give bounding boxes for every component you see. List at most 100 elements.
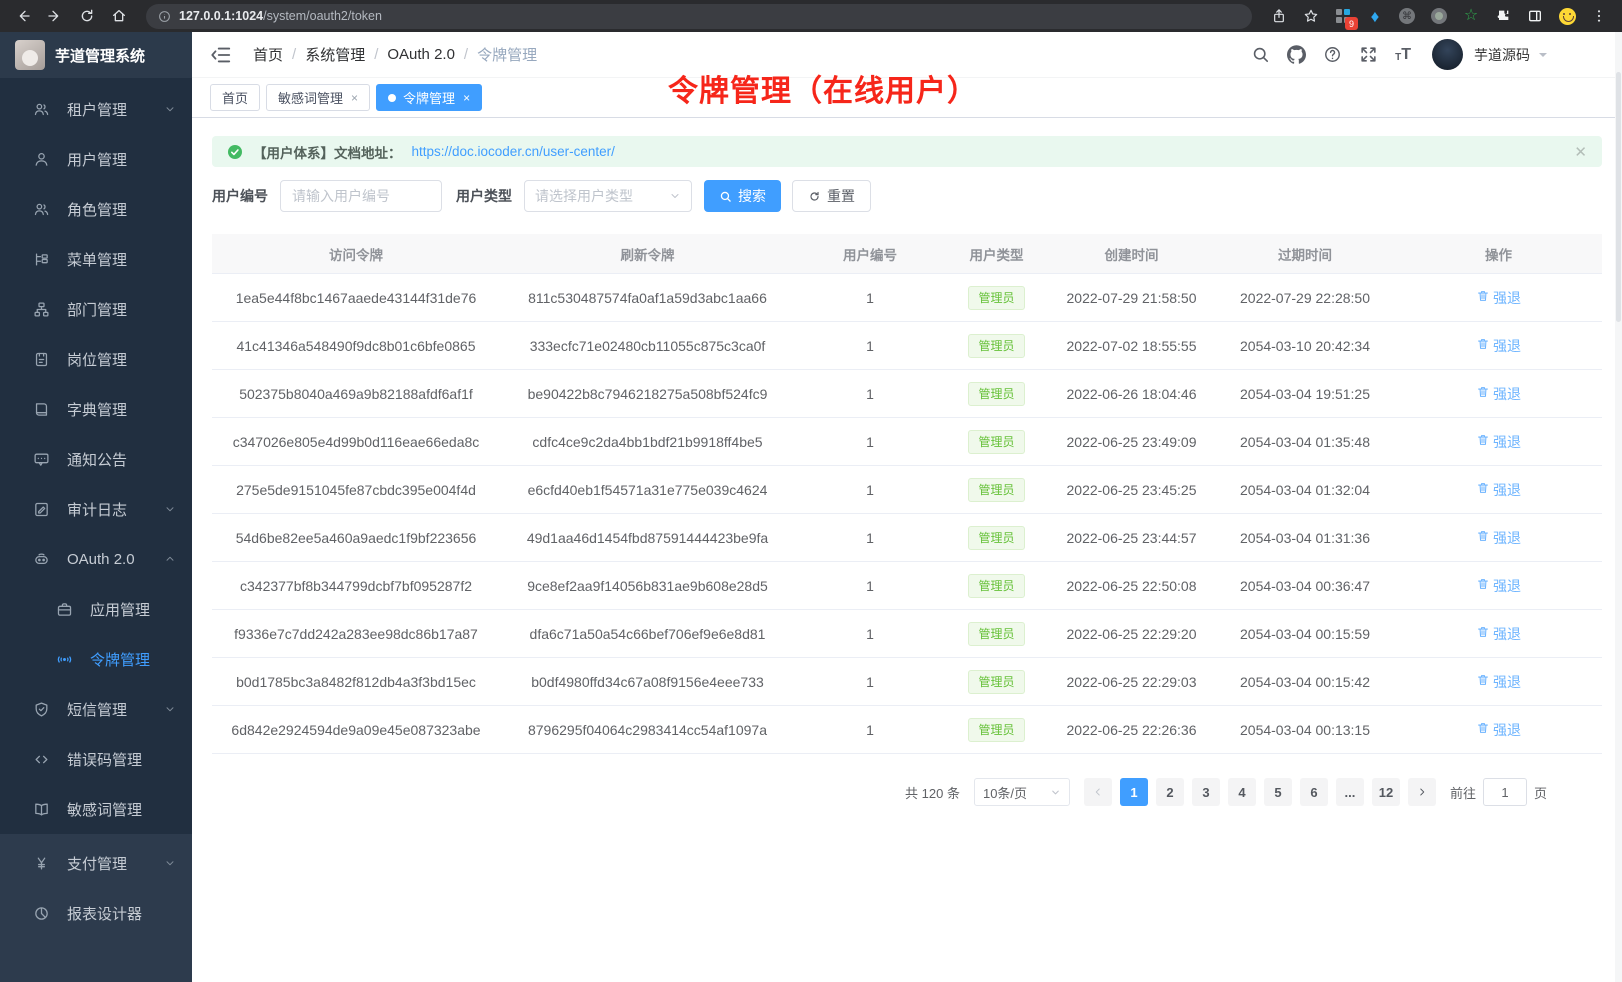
sidebar-item-dept[interactable]: 部门管理	[0, 284, 192, 334]
cell-value: 333ecfc71e02480cb11055c875c3ca0f	[530, 338, 766, 354]
close-icon[interactable]: ✕	[1574, 143, 1587, 161]
user-avatar[interactable]	[1432, 39, 1463, 70]
breadcrumb-item[interactable]: 系统管理	[305, 44, 365, 65]
chevron-down-icon[interactable]	[1539, 53, 1547, 61]
action-cell: 强退	[1395, 672, 1602, 692]
sidebar-item-post[interactable]: 岗位管理	[0, 334, 192, 384]
sidebar-item-sms[interactable]: 短信管理	[0, 684, 192, 734]
extension-command-icon[interactable]: ⌘	[1394, 3, 1420, 29]
search-icon[interactable]	[1251, 45, 1270, 64]
tab-令牌管理[interactable]: 令牌管理×	[376, 84, 482, 111]
sidebar-item-report-designer[interactable]: 报表设计器	[0, 888, 192, 938]
help-icon[interactable]	[1323, 45, 1342, 64]
cell-value: c342377bf8b344799dcbf7bf095287f2	[240, 578, 472, 594]
user-id-cell: 1	[795, 434, 945, 450]
access-token-cell: c347026e805e4d99b0d116eae66eda8c	[212, 434, 500, 450]
force-logout-button[interactable]: 强退	[1476, 432, 1521, 452]
page-button-4[interactable]: 4	[1228, 778, 1256, 806]
sidebar-item-menu[interactable]: 菜单管理	[0, 234, 192, 284]
sidebar-item-notice[interactable]: 通知公告	[0, 434, 192, 484]
force-logout-button[interactable]: 强退	[1476, 384, 1521, 404]
extensions-puzzle-icon[interactable]	[1490, 3, 1516, 29]
site-info-icon[interactable]	[158, 10, 171, 23]
sidebar-item-role[interactable]: 角色管理	[0, 184, 192, 234]
force-logout-button[interactable]: 强退	[1476, 288, 1521, 308]
browser-reload-icon[interactable]	[74, 3, 100, 29]
user-type-cell: 管理员	[945, 286, 1048, 310]
sidebar-item-oauth2-app[interactable]: 应用管理	[0, 584, 192, 634]
user-type-select[interactable]: 请选择用户类型	[524, 180, 692, 212]
sidebar-item-user[interactable]: 用户管理	[0, 134, 192, 184]
user-type-tag: 管理员	[968, 430, 1024, 454]
app-logo-bar[interactable]: 芋道管理系统	[0, 32, 192, 78]
browser-home-icon[interactable]	[106, 3, 132, 29]
sidebar-item-audit[interactable]: 审计日志	[0, 484, 192, 534]
fullscreen-icon[interactable]	[1359, 45, 1378, 64]
more-pages-button[interactable]: ...	[1336, 778, 1364, 806]
doc-link[interactable]: https://doc.iocoder.cn/user-center/	[412, 144, 615, 159]
sidebar-item-tenant[interactable]: 租户管理	[0, 84, 192, 134]
force-logout-button[interactable]: 强退	[1476, 336, 1521, 356]
font-size-icon[interactable]: TT	[1395, 47, 1411, 63]
browser-back-icon[interactable]	[10, 3, 36, 29]
extension-grid-icon[interactable]: 9	[1330, 3, 1356, 29]
page-number: 12	[1379, 785, 1393, 800]
force-logout-button[interactable]: 强退	[1476, 720, 1521, 740]
page-button-12[interactable]: 12	[1372, 778, 1400, 806]
share-icon[interactable]	[1266, 3, 1292, 29]
breadcrumb-item[interactable]: OAuth 2.0	[387, 46, 455, 63]
prev-page-button[interactable]	[1084, 778, 1112, 806]
force-logout-button[interactable]: 强退	[1476, 576, 1521, 596]
sidebar-toggle-icon[interactable]	[1522, 3, 1548, 29]
browser-menu-icon[interactable]	[1586, 3, 1612, 29]
trash-icon	[1476, 385, 1490, 402]
sidebar-item-errcode[interactable]: 错误码管理	[0, 734, 192, 784]
table-row: 6d842e2924594de9a09e45e087323abe8796295f…	[212, 706, 1602, 754]
pay-icon	[33, 855, 50, 872]
sidebar-collapse-icon[interactable]	[210, 44, 232, 66]
smiley-extension-icon[interactable]	[1554, 3, 1580, 29]
tab-敏感词管理[interactable]: 敏感词管理×	[266, 84, 370, 111]
sidebar-item-pay[interactable]: 支付管理	[0, 838, 192, 888]
scrollbar-thumb[interactable]	[1616, 72, 1621, 322]
audit-icon	[33, 501, 50, 518]
browser-toolbar: 127.0.0.1:1024/system/oauth2/token 9 ♦ ⌘…	[0, 0, 1622, 32]
reset-button[interactable]: 重置	[792, 180, 871, 212]
force-logout-button[interactable]: 强退	[1476, 624, 1521, 644]
page-button-6[interactable]: 6	[1300, 778, 1328, 806]
extension-record-icon[interactable]	[1426, 3, 1452, 29]
action-label: 强退	[1493, 432, 1521, 452]
user-id-input[interactable]	[280, 180, 442, 212]
extension-star-icon[interactable]: ☆	[1458, 3, 1484, 29]
sidebar-item-dict[interactable]: 字典管理	[0, 384, 192, 434]
browser-forward-icon[interactable]	[42, 3, 68, 29]
bookmark-star-icon[interactable]	[1298, 3, 1324, 29]
page-button-2[interactable]: 2	[1156, 778, 1184, 806]
page-scrollbar[interactable]	[1615, 32, 1622, 982]
force-logout-button[interactable]: 强退	[1476, 480, 1521, 500]
sidebar-item-oauth2-token[interactable]: 令牌管理	[0, 634, 192, 684]
page-button-5[interactable]: 5	[1264, 778, 1292, 806]
page-button-3[interactable]: 3	[1192, 778, 1220, 806]
cell-value: 2054-03-04 00:13:15	[1240, 722, 1370, 738]
goto-page-input[interactable]	[1483, 778, 1527, 806]
page-button-1[interactable]: 1	[1120, 778, 1148, 806]
close-icon[interactable]: ×	[463, 91, 470, 105]
tab-首页[interactable]: 首页	[210, 84, 260, 111]
url-bar[interactable]: 127.0.0.1:1024/system/oauth2/token	[146, 4, 1252, 29]
page-size-select[interactable]: 10条/页	[974, 778, 1070, 806]
cell-value: 9ce8ef2aa9f14056b831ae9b608e28d5	[527, 578, 768, 594]
search-button[interactable]: 搜索	[704, 180, 781, 212]
force-logout-button[interactable]: 强退	[1476, 672, 1521, 692]
extension-gem-icon[interactable]: ♦	[1362, 3, 1388, 29]
sidebar-item-oauth2[interactable]: OAuth 2.0	[0, 534, 192, 584]
next-page-button[interactable]	[1408, 778, 1436, 806]
breadcrumb-item[interactable]: 首页	[253, 44, 283, 65]
github-icon[interactable]	[1287, 45, 1306, 64]
cell-value: 2054-03-04 00:15:42	[1240, 674, 1370, 690]
sidebar-item-label: 错误码管理	[67, 749, 142, 770]
force-logout-button[interactable]: 强退	[1476, 528, 1521, 548]
cell-value: 2022-06-25 22:50:08	[1067, 578, 1197, 594]
sidebar-item-sensitive-word[interactable]: 敏感词管理	[0, 784, 192, 834]
close-icon[interactable]: ×	[351, 91, 358, 105]
